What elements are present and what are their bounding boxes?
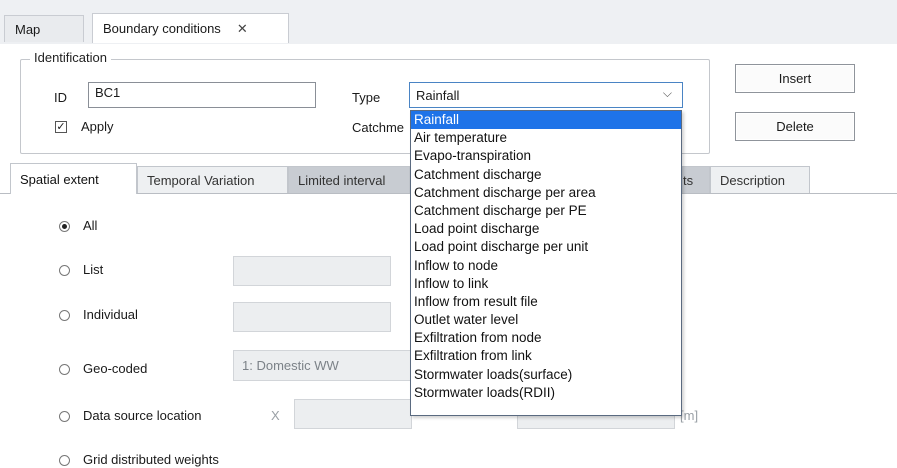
identification-legend: Identification [30, 50, 111, 65]
tab-limited-interval[interactable]: Limited interval [288, 166, 410, 193]
radio-all-label: All [83, 218, 98, 233]
radio-individual[interactable] [59, 310, 70, 321]
dropdown-item-evapo-transpiration[interactable]: Evapo-transpiration [411, 147, 681, 165]
tab-spatial-extent-label: Spatial extent [20, 171, 99, 187]
tab-temporal-variation-label: Temporal Variation [147, 172, 255, 188]
dropdown-item-inflow-to-link[interactable]: Inflow to link [411, 275, 681, 293]
dropdown-item-stormwater-loads-surface[interactable]: Stormwater loads(surface) [411, 366, 681, 384]
dropdown-item-outlet-water-level[interactable]: Outlet water level [411, 311, 681, 329]
radio-individual-label: Individual [83, 307, 138, 322]
radio-grid-distributed-weights[interactable] [59, 455, 70, 466]
type-select-value: Rainfall [416, 87, 460, 103]
catchment-label: Catchme [352, 120, 405, 135]
x-label: X [271, 408, 280, 423]
dropdown-item-rainfall[interactable]: Rainfall [411, 111, 681, 130]
tab-spatial-extent[interactable]: Spatial extent [10, 163, 137, 194]
tab-description[interactable]: Description [710, 166, 810, 193]
dropdown-item-exfiltration-from-link[interactable]: Exfiltration from link [411, 347, 681, 365]
radio-grid-distributed-weights-label: Grid distributed weights [83, 452, 219, 467]
individual-field[interactable] [233, 302, 391, 332]
dropdown-item-air-temperature[interactable]: Air temperature [411, 129, 681, 147]
type-dropdown-list: Rainfall Air temperature Evapo-transpira… [410, 110, 682, 416]
id-field-value: BC1 [95, 85, 121, 100]
radio-all[interactable] [59, 221, 70, 232]
apply-label: Apply [81, 119, 114, 134]
radio-list[interactable] [59, 265, 70, 276]
tab-partial-ts[interactable]: ts [682, 166, 710, 193]
id-field[interactable]: BC1 [88, 82, 316, 108]
chevron-down-icon[interactable]: ⌵ [663, 86, 672, 101]
delete-button[interactable]: Delete [735, 112, 855, 141]
type-select[interactable]: Rainfall ⌵ [409, 82, 683, 108]
delete-button-label: Delete [776, 119, 814, 134]
tab-description-label: Description [720, 172, 786, 188]
dropdown-item-inflow-to-node[interactable]: Inflow to node [411, 257, 681, 275]
dropdown-item-load-point-discharge-per-unit[interactable]: Load point discharge per unit [411, 238, 681, 256]
type-label: Type [352, 90, 381, 105]
tab-limited-interval-label: Limited interval [298, 172, 386, 188]
dropdown-item-catchment-discharge-per-pe[interactable]: Catchment discharge per PE [411, 202, 681, 220]
close-icon[interactable]: ✕ [237, 21, 248, 37]
geo-coded-value: 1: Domestic WW [242, 358, 339, 373]
tab-boundary-conditions-label: Boundary conditions [103, 21, 221, 36]
tab-partial-ts-label: ts [683, 172, 694, 188]
dropdown-item-stormwater-loads-rdii[interactable]: Stormwater loads(RDII) [411, 384, 681, 402]
dropdown-item-exfiltration-from-node[interactable]: Exfiltration from node [411, 329, 681, 347]
tab-map[interactable]: Map [4, 15, 84, 42]
radio-geo-coded-label: Geo-coded [83, 361, 148, 376]
dropdown-item-catchment-discharge[interactable]: Catchment discharge [411, 166, 681, 184]
tab-boundary-conditions[interactable]: Boundary conditions ✕ [92, 13, 289, 43]
unit-label: [m] [680, 408, 699, 423]
radio-geo-coded[interactable] [59, 364, 70, 375]
list-field[interactable] [233, 256, 391, 286]
x-field[interactable] [294, 399, 412, 429]
id-label: ID [54, 90, 67, 105]
dropdown-item-load-point-discharge[interactable]: Load point discharge [411, 220, 681, 238]
checkmark-icon: ✓ [56, 121, 66, 133]
radio-list-label: List [83, 262, 104, 277]
geo-coded-select[interactable]: 1: Domestic WW [233, 350, 413, 381]
dropdown-item-catchment-discharge-per-area[interactable]: Catchment discharge per area [411, 184, 681, 202]
insert-button-label: Insert [778, 71, 812, 86]
tab-temporal-variation[interactable]: Temporal Variation [137, 166, 288, 193]
tab-map-label: Map [15, 21, 41, 37]
radio-data-source-location-label: Data source location [83, 408, 202, 423]
apply-checkbox[interactable]: ✓ [55, 121, 67, 133]
radio-data-source-location[interactable] [59, 411, 70, 422]
insert-button[interactable]: Insert [735, 64, 855, 93]
dropdown-item-inflow-from-result-file[interactable]: Inflow from result file [411, 293, 681, 311]
